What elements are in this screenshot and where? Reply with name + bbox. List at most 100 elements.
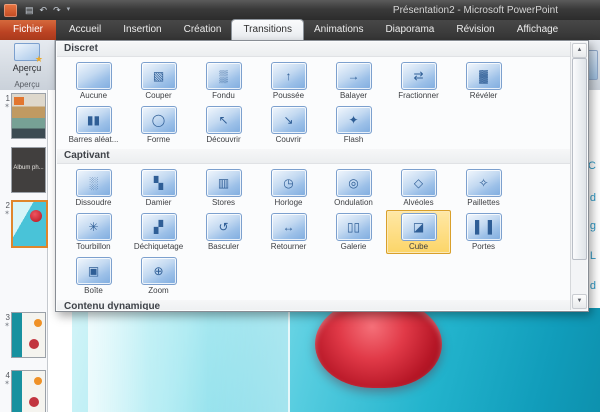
animation-star-icon: ✶ [1, 210, 10, 218]
transition-cube[interactable]: ◪ Cube [386, 210, 451, 254]
slide-thumbnail[interactable] [11, 93, 46, 139]
transition-slide-icon: ↖ [206, 106, 242, 134]
qat-dropdown-icon[interactable]: ▾ [67, 0, 71, 20]
tab-fichier[interactable]: Fichier [0, 20, 56, 40]
transition-alv-oles[interactable]: ◇ Alvéoles [386, 166, 451, 210]
tab-accueil[interactable]: Accueil [58, 20, 112, 40]
preview-button[interactable]: ★ Aperçu ▾ [3, 41, 51, 78]
tab-affichage[interactable]: Affichage [506, 20, 570, 40]
transition-slide-icon: → [336, 62, 372, 90]
transition-d-chiquetage[interactable]: ▞ Déchiquetage [126, 210, 191, 254]
tab-insertion[interactable]: Insertion [112, 20, 172, 40]
transition-label: Galerie [322, 242, 385, 251]
gallery-section-items: ░ Dissoudre ▚ Damier ▥ Stores ◷ Horloge … [57, 164, 571, 300]
transition-label: Cube [387, 242, 450, 251]
gallery-section-discret: Discret [57, 42, 571, 57]
slide-thumbnail[interactable] [11, 200, 48, 248]
transition-label: Alvéoles [387, 198, 450, 207]
transition-fractionner[interactable]: ⇄ Fractionner [386, 59, 451, 103]
transition-label: Boîte [62, 286, 125, 295]
save-icon[interactable]: ▤ [25, 0, 34, 20]
transition-barres-al-at[interactable]: ▮▮ Barres aléat... [61, 103, 126, 147]
preview-slide-icon: ★ [14, 43, 40, 61]
transition-pouss-e[interactable]: ↑ Poussée [256, 59, 321, 103]
tab-r-vision[interactable]: Révision [445, 20, 505, 40]
transition-aucune[interactable]: Aucune [61, 59, 126, 103]
transition-retourner[interactable]: ↔ Retourner [256, 210, 321, 254]
transition-basculer[interactable]: ↺ Basculer [191, 210, 256, 254]
transition-label: Basculer [192, 242, 255, 251]
transition-label: Zoom [127, 286, 190, 295]
transitions-gallery: Discret Aucune ▧ Couper ▒ Fondu ↑ Poussé… [55, 40, 589, 312]
transition-dissoudre[interactable]: ░ Dissoudre [61, 166, 126, 210]
transition-couvrir[interactable]: ↘ Couvrir [256, 103, 321, 147]
transition-ondulation[interactable]: ◎ Ondulation [321, 166, 386, 210]
transition-horloge[interactable]: ◷ Horloge [256, 166, 321, 210]
transition-slide-icon: ▓ [466, 62, 502, 90]
tab-cr-ation[interactable]: Création [173, 20, 233, 40]
slide-thumbnail[interactable]: Album ph... [11, 147, 46, 193]
redo-icon[interactable]: ↷ [53, 0, 61, 20]
transition-slide-icon: ▣ [76, 257, 112, 285]
transition-damier[interactable]: ▚ Damier [126, 166, 191, 210]
transition-tourbillon[interactable]: ✳ Tourbillon [61, 210, 126, 254]
transition-bo-te[interactable]: ▣ Boîte [61, 254, 126, 298]
transition-slide-icon: ↑ [271, 62, 307, 90]
slide-item-3[interactable]: 3 ✶ [1, 312, 46, 358]
transition-label: Aucune [62, 91, 125, 100]
transition-slide-icon: ▯▯ [336, 213, 372, 241]
transition-balayer[interactable]: → Balayer [321, 59, 386, 103]
slide-item-1[interactable]: 1 ✶ [1, 93, 46, 139]
undo-icon[interactable]: ↶ [40, 0, 48, 20]
edge-letter: d [590, 280, 596, 292]
powerpoint-window: ▤ ↶ ↷ ▾ Présentation2 - Microsoft PowerP… [0, 0, 600, 412]
edge-letter: g [590, 220, 596, 232]
transition-galerie[interactable]: ▯▯ Galerie [321, 210, 386, 254]
transition-slide-icon: ↔ [271, 213, 307, 241]
transition-label: Horloge [257, 198, 320, 207]
scroll-up-icon[interactable]: ▲ [572, 43, 587, 58]
transition-slide-icon: ▚ [141, 169, 177, 197]
transition-forme[interactable]: ◯ Forme [126, 103, 191, 147]
edge-letter: L [590, 250, 596, 262]
transition-label: Retourner [257, 242, 320, 251]
slide-photo [72, 308, 600, 412]
transition-flash[interactable]: ✦ Flash [321, 103, 386, 147]
gallery-scrollbar[interactable]: ▲ ▼ [570, 42, 587, 310]
slide-thumbnail[interactable] [11, 370, 46, 412]
transition-paillettes[interactable]: ✧ Paillettes [451, 166, 516, 210]
transition-stores[interactable]: ▥ Stores [191, 166, 256, 210]
transition-label: Couper [127, 91, 190, 100]
transition-d-couvrir[interactable]: ↖ Découvrir [191, 103, 256, 147]
transition-portes[interactable]: ▌▐ Portes [451, 210, 516, 254]
slide-item-2[interactable]: 2 ✶ [1, 200, 48, 248]
transition-label: Barres aléat... [62, 135, 125, 144]
transition-slide-icon: ▮▮ [76, 106, 112, 134]
slide-meta: 1 ✶ [1, 93, 10, 139]
transition-zoom[interactable]: ⊕ Zoom [126, 254, 191, 298]
tab-transitions[interactable]: Transitions [232, 20, 303, 40]
powerpoint-app-icon[interactable] [4, 4, 17, 17]
scroll-down-icon[interactable]: ▼ [572, 294, 587, 309]
slide-thumbnail[interactable] [11, 312, 46, 358]
transition-label: Découvrir [192, 135, 255, 144]
slide-number: 3 [1, 313, 10, 322]
transition-label: Portes [452, 242, 515, 251]
transition-r-v-ler[interactable]: ▓ Révéler [451, 59, 516, 103]
preview-star-icon: ★ [35, 55, 43, 64]
red-liquid-glass [315, 308, 442, 388]
slide-meta [1, 147, 10, 193]
tab-diaporama[interactable]: Diaporama [374, 20, 445, 40]
transition-fondu[interactable]: ▒ Fondu [191, 59, 256, 103]
slide-item-4[interactable]: 4 ✶ [1, 370, 46, 412]
transition-couper[interactable]: ▧ Couper [126, 59, 191, 103]
animation-star-icon: ✶ [1, 103, 10, 111]
slide-item-album[interactable]: Album ph... [1, 147, 46, 193]
tab-animations[interactable]: Animations [303, 20, 374, 40]
scrollbar-thumb[interactable] [572, 58, 587, 260]
transition-slide-icon: ▌▐ [466, 213, 502, 241]
transition-label: Dissoudre [62, 198, 125, 207]
transition-label: Damier [127, 198, 190, 207]
transition-slide-icon: ◎ [336, 169, 372, 197]
preview-group: ★ Aperçu ▾ Aperçu [0, 40, 55, 90]
